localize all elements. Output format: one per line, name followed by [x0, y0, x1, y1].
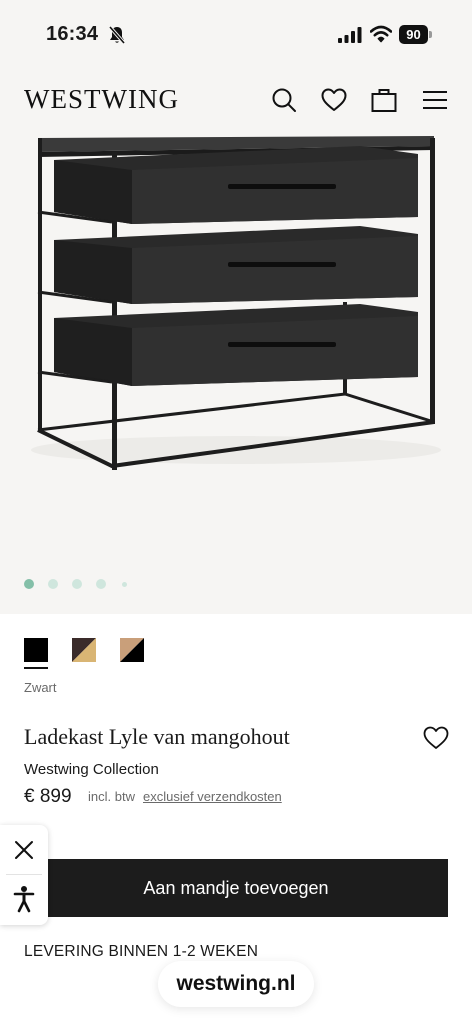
add-to-cart-button[interactable]: Aan mandje toevoegen	[24, 859, 448, 917]
battery-tip	[429, 31, 432, 38]
swatch-black[interactable]	[24, 638, 48, 662]
status-bar: 16:34 90	[0, 0, 472, 68]
carousel-dot[interactable]	[122, 581, 127, 587]
cellular-signal-icon	[338, 27, 362, 43]
search-icon[interactable]	[270, 86, 298, 114]
product-price: € 899	[24, 786, 72, 807]
status-time: 16:34	[46, 23, 99, 45]
accessibility-widget	[0, 825, 48, 925]
carousel-dot[interactable]	[96, 579, 106, 589]
bell-slash-icon	[108, 25, 126, 45]
shopping-bag-icon[interactable]	[370, 86, 398, 114]
product-title: Ladekast Lyle van mangohout	[24, 724, 290, 749]
swatch-dark-brown-gold[interactable]	[72, 638, 96, 662]
heart-icon[interactable]	[320, 86, 348, 114]
close-icon[interactable]	[12, 838, 36, 862]
widget-divider	[6, 874, 42, 875]
carousel-dot[interactable]	[72, 579, 82, 589]
selected-color-label: Zwart	[24, 680, 57, 695]
product-brand[interactable]: Westwing Collection	[24, 761, 159, 778]
vat-note: incl. btw	[88, 789, 135, 804]
site-header: WESTWING	[0, 68, 472, 132]
delivery-info: LEVERING BINNEN 1-2 WEKEN	[24, 943, 259, 960]
product-image	[31, 136, 441, 470]
westwing-logo[interactable]: WESTWING	[24, 84, 179, 115]
hamburger-menu-icon[interactable]	[421, 86, 449, 114]
browser-address-pill[interactable]: westwing.nl	[158, 961, 314, 1007]
swatch-tan-black[interactable]	[120, 638, 144, 662]
shipping-costs-link[interactable]: exclusief verzendkosten	[143, 789, 282, 804]
product-image-gallery[interactable]	[0, 132, 472, 614]
wishlist-heart-icon[interactable]	[422, 724, 450, 752]
battery-icon: 90	[399, 25, 432, 44]
carousel-dot[interactable]	[48, 579, 58, 589]
battery-level: 90	[399, 25, 428, 44]
selected-swatch-indicator	[24, 667, 48, 669]
accessibility-person-icon[interactable]	[12, 885, 36, 913]
carousel-dot[interactable]	[24, 579, 34, 589]
wifi-icon	[370, 25, 392, 43]
